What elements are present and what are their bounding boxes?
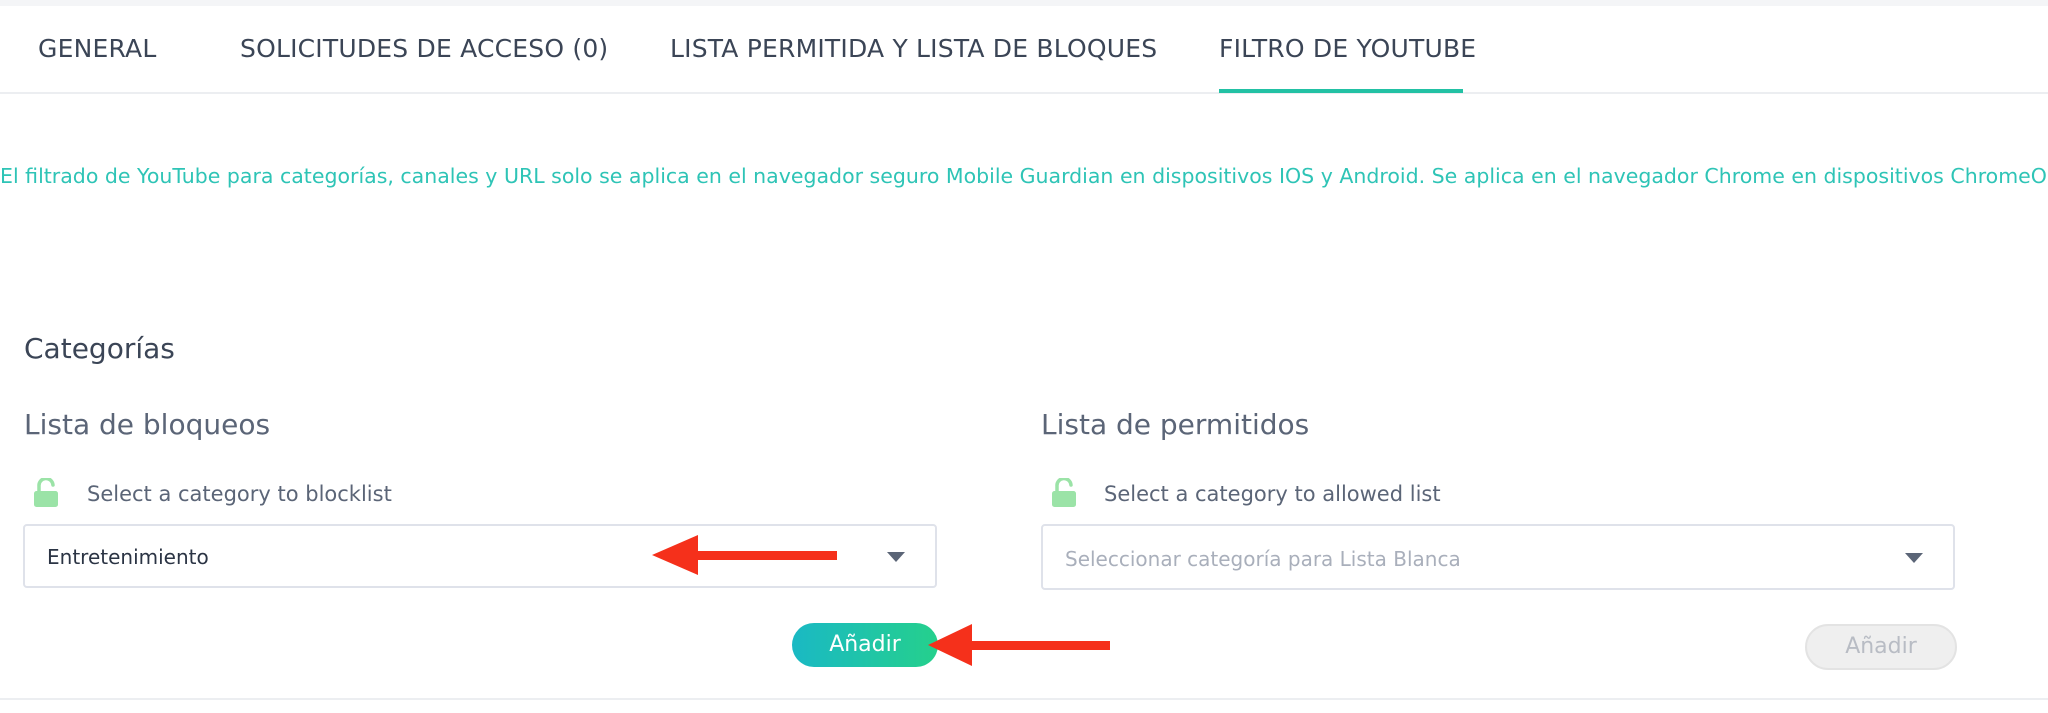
- caret-down-icon: [1905, 553, 1923, 563]
- allowlist-add-button[interactable]: Añadir: [1805, 624, 1957, 670]
- red-arrow-icon: [928, 624, 1110, 666]
- caret-down-icon: [887, 552, 905, 562]
- allowlist-category-select[interactable]: Seleccionar categoría para Lista Blanca: [1041, 524, 1955, 590]
- unlocked-padlock-icon: [33, 476, 59, 508]
- tab-access-requests[interactable]: SOLICITUDES DE ACCESO (0): [240, 34, 608, 63]
- categories-heading: Categorías: [24, 332, 175, 365]
- youtube-filter-info: El filtrado de YouTube para categorías, …: [0, 164, 2048, 188]
- bottom-divider: [0, 698, 2048, 700]
- blocklist-add-button[interactable]: Añadir: [792, 623, 938, 667]
- active-tab-indicator: [1219, 89, 1463, 93]
- tab-general[interactable]: GENERAL: [38, 34, 156, 63]
- tab-bar: GENERAL SOLICITUDES DE ACCESO (0) LISTA …: [0, 6, 2048, 94]
- allowlist-heading: Lista de permitidos: [1041, 408, 1310, 441]
- blocklist-hint: Select a category to blocklist: [87, 482, 392, 506]
- allowlist-placeholder: Seleccionar categoría para Lista Blanca: [1065, 547, 1461, 571]
- unlocked-padlock-icon: [1051, 476, 1077, 508]
- tab-allow-block-lists[interactable]: LISTA PERMITIDA Y LISTA DE BLOQUES: [670, 34, 1157, 63]
- blocklist-heading: Lista de bloqueos: [24, 408, 271, 441]
- tab-youtube-filter[interactable]: FILTRO DE YOUTUBE: [1219, 34, 1476, 63]
- red-arrow-icon: [652, 535, 837, 575]
- allowlist-hint: Select a category to allowed list: [1104, 482, 1441, 506]
- blocklist-selected-value: Entretenimiento: [47, 545, 209, 569]
